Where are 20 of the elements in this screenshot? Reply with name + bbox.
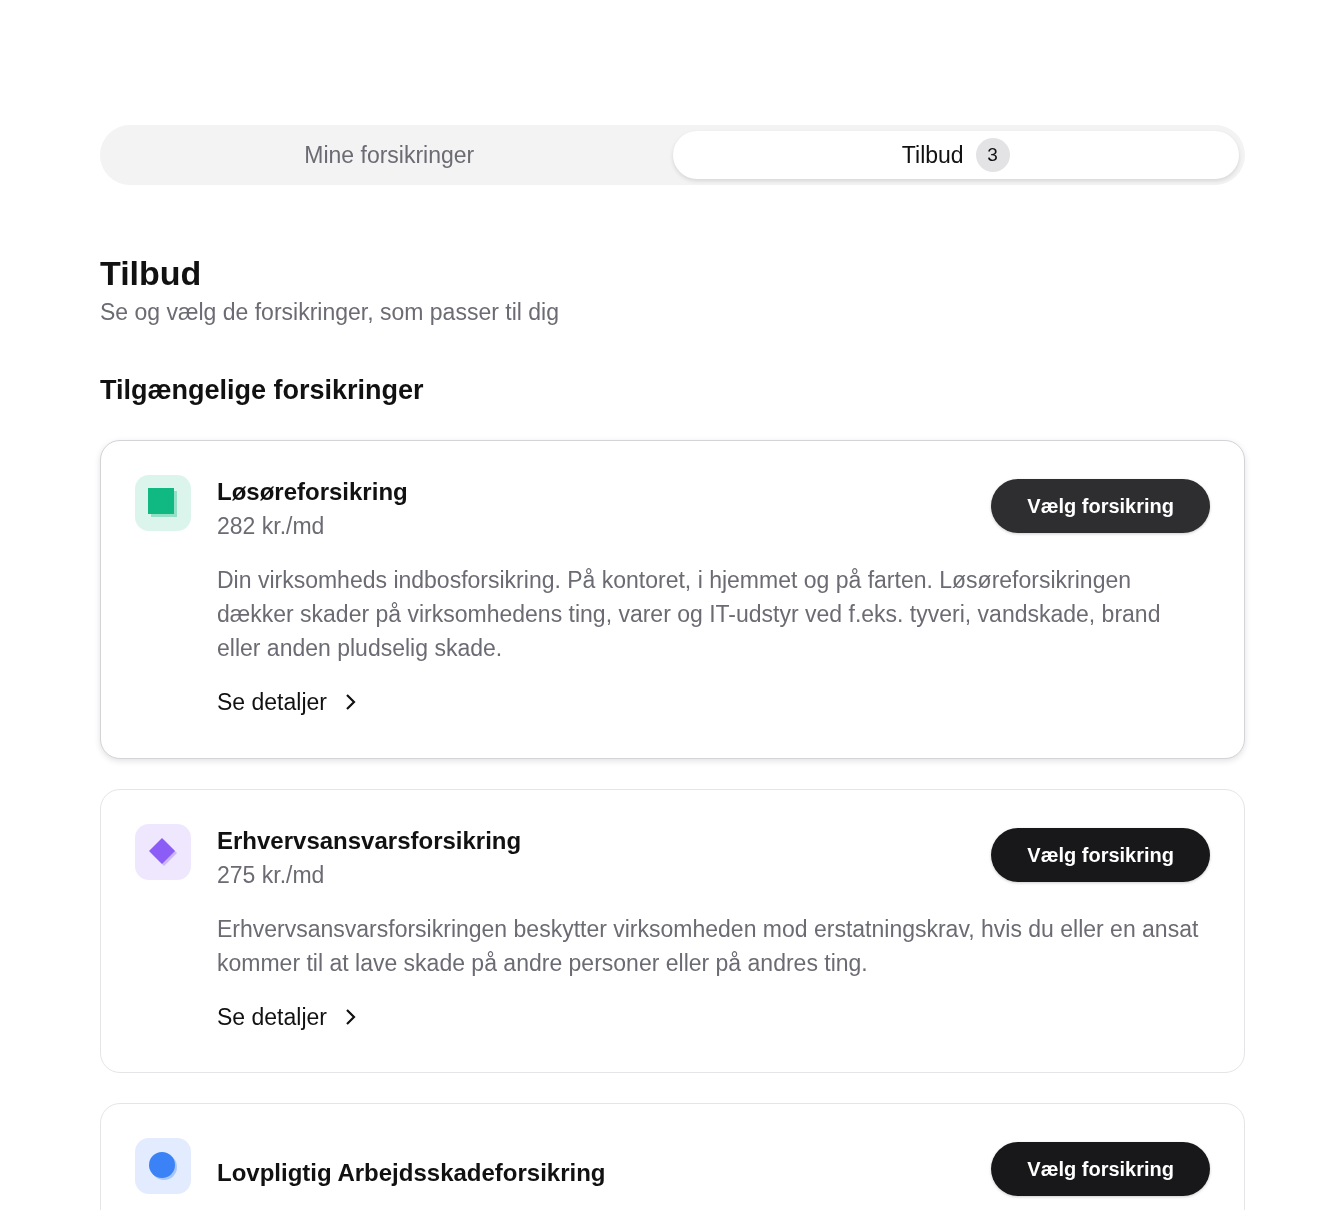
choose-button[interactable]: Vælg forsikring: [991, 827, 1210, 882]
tab[interactable]: Mine forsikringer: [106, 131, 673, 179]
count-badge: 3: [975, 138, 1010, 172]
offer-description: Din virksomheds indbosforsikring. På kontoret, i hjemmet og på farten. Løsøreforsikringen dækker skader på virksomhedens ting, varer og IT-udstyr ved f.eks. tyveri, vandskade, brand eller anden pludselig skade.: [217, 566, 1162, 663]
offer-price: 275 kr./md: [217, 860, 326, 890]
page-title: Tilbud: [100, 253, 203, 294]
details-link[interactable]: Se detaljer: [217, 685, 357, 720]
offer-title: Lovpligtig Arbejdsskadeforsikring: [217, 1158, 606, 1188]
section-title: Tilgængelige forsikringer: [100, 374, 425, 407]
offer-title: Erhvervsansvarsforsikring: [217, 825, 522, 856]
tab[interactable]: Tilbud 3: [672, 131, 1239, 179]
chevron-right-icon: [344, 1007, 357, 1026]
page-subtitle: Se og vælg de forsikringer, som passer til dig: [100, 298, 560, 327]
choose-button[interactable]: Vælg forsikring: [991, 479, 1210, 533]
offer-title: Løsøreforsikring: [217, 477, 408, 507]
offer-description: Erhvervsansvarsforsikringen beskytter virksomheden mod erstatningskrav, hvis du eller en ansat kommer til at lave skade på andre personer eller på andres ting.: [217, 914, 1200, 978]
choose-button[interactable]: Vælg forsikring: [991, 1142, 1210, 1196]
details-link[interactable]: Se detaljer: [217, 999, 357, 1034]
chevron-right-icon: [344, 693, 357, 712]
offer-price: 282 kr./md: [217, 512, 326, 541]
